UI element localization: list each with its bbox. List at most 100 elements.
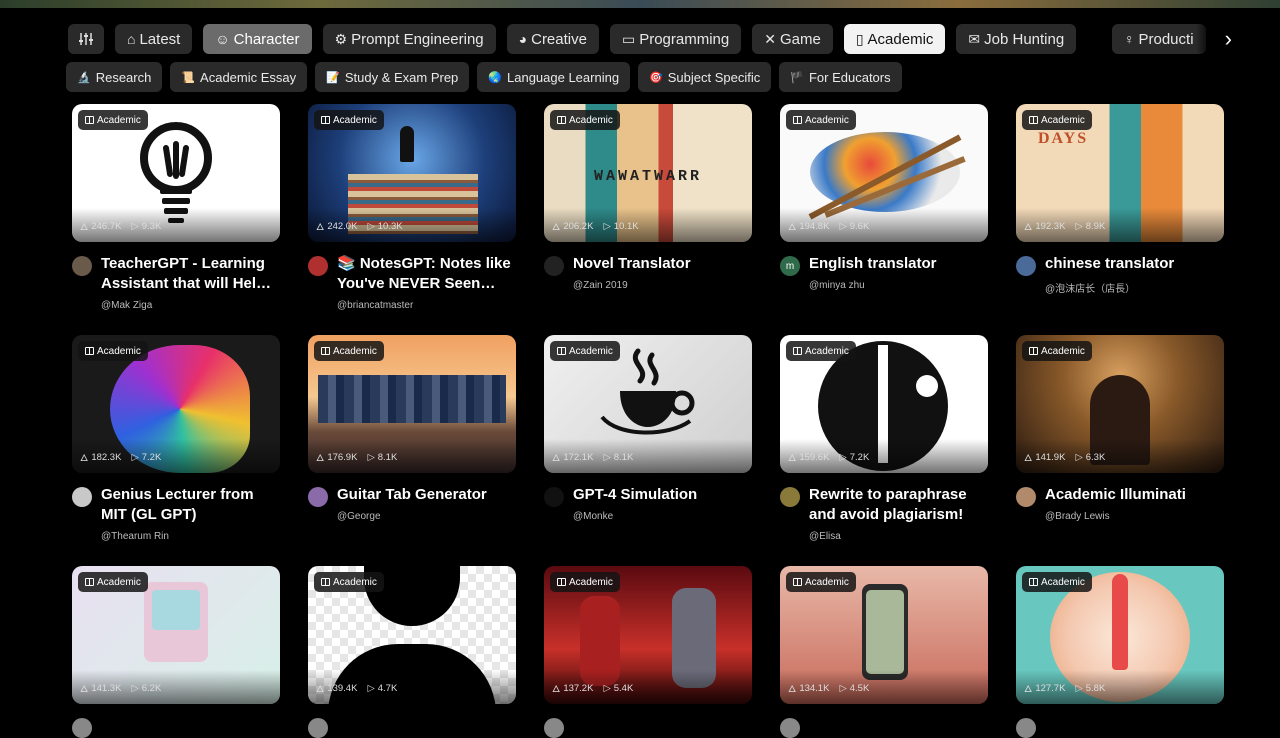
scroll-right-button[interactable]: › xyxy=(1196,24,1232,54)
bot-thumbnail[interactable]: Academic 🜂 182.3K ▷ 7.2K xyxy=(72,335,280,473)
card-title[interactable]: Genius Lecturer from MIT (GL GPT) xyxy=(101,485,280,525)
card-author[interactable]: @Brady Lewis xyxy=(1045,511,1224,522)
avatar[interactable] xyxy=(1016,487,1036,507)
chevron-right-icon: › xyxy=(1224,26,1232,51)
tab-latest[interactable]: ⌂ Latest xyxy=(115,24,193,54)
category-badge: Academic xyxy=(786,572,856,592)
subtab-study-exam-prep[interactable]: 📝 Study & Exam Prep xyxy=(315,62,470,92)
bot-thumbnail[interactable]: Academic 🜂 172.1K ▷ 8.1K xyxy=(544,335,752,473)
avatar[interactable] xyxy=(308,487,328,507)
avatar[interactable] xyxy=(544,487,564,507)
bot-card[interactable]: Academic 🜂 242.0K ▷ 10.3K 📚 NotesGPT: Note… xyxy=(308,104,516,311)
tab-character[interactable]: ☺ Character xyxy=(203,24,312,54)
tab-academic[interactable]: ▯ Academic xyxy=(843,24,946,54)
card-author[interactable]: @briancatmaster xyxy=(337,300,516,311)
tab-game[interactable]: ✕ Game xyxy=(752,24,833,54)
tab-job-hunting[interactable]: ✉ Job Hunting xyxy=(956,24,1077,54)
category-badge: Academic xyxy=(78,572,148,592)
avatar[interactable] xyxy=(780,487,800,507)
bot-card[interactable]: Academic 🜂 134.1K ▷ 4.5K xyxy=(780,566,988,738)
card-title[interactable]: TeacherGPT - Learning Assistant that wil… xyxy=(101,254,280,294)
plays-stat: ▷ 8.1K xyxy=(367,452,397,463)
avatar[interactable] xyxy=(1016,718,1036,738)
card-author[interactable]: @minya zhu xyxy=(809,280,988,291)
bot-card[interactable]: Academic 🜂 139.4K ▷ 4.7K xyxy=(308,566,516,738)
avatar[interactable] xyxy=(780,718,800,738)
avatar[interactable] xyxy=(72,256,92,276)
card-title[interactable]: 📚 NotesGPT: Notes like You've NEVER Seen… xyxy=(337,254,516,294)
bot-card[interactable]: Academic 🜂 246.7K ▷ 9.3K TeacherGPT - Lear… xyxy=(72,104,280,311)
bot-card[interactable]: Academic 🜂 176.9K ▷ 8.1K Guitar Tab Genera… xyxy=(308,335,516,522)
card-title[interactable]: GPT-4 Simulation xyxy=(573,485,752,505)
bot-thumbnail[interactable]: Academic 🜂 134.1K ▷ 4.5K xyxy=(780,566,988,704)
card-title[interactable]: chinese translator xyxy=(1045,254,1224,274)
tab-programming[interactable]: ▭ Programming xyxy=(609,24,742,54)
avatar[interactable] xyxy=(308,256,328,276)
subtab-emoji-icon: 🔬 xyxy=(77,71,91,84)
card-title[interactable]: Novel Translator xyxy=(573,254,752,274)
flame-icon: 🜂 xyxy=(1024,222,1033,233)
bot-card[interactable]: Academic 🜂 159.6K ▷ 7.2K Rewrite to paraph… xyxy=(780,335,988,542)
tab-creative[interactable]: ◕ Creative xyxy=(506,24,599,54)
category-badge: Academic xyxy=(78,341,148,361)
bot-card[interactable]: Academic 🜂 172.1K ▷ 8.1K GPT-4 Simulation … xyxy=(544,335,752,522)
avatar[interactable]: m xyxy=(780,256,800,276)
card-author[interactable]: @Thearum Rin xyxy=(101,531,280,542)
bot-thumbnail[interactable]: DAYS Academic 🜂 192.3K ▷ 8.9K xyxy=(1016,104,1224,242)
card-author[interactable]: @Monke xyxy=(573,511,752,522)
bot-thumbnail[interactable]: Academic 🜂 141.3K ▷ 6.2K xyxy=(72,566,280,704)
plays-count: 8.1K xyxy=(377,452,398,463)
card-title[interactable]: Academic Illuminati xyxy=(1045,485,1224,505)
subtab-subject-specific[interactable]: 🎯 Subject Specific xyxy=(638,62,772,92)
card-title[interactable]: Rewrite to paraphrase and avoid plagiari… xyxy=(809,485,988,525)
card-author[interactable]: @George xyxy=(337,511,516,522)
card-info xyxy=(544,716,752,738)
card-stats: 🜂 206.2K ▷ 10.1K xyxy=(552,217,639,236)
bot-card[interactable]: Academic 🜂 182.3K ▷ 7.2K Genius Lecturer f… xyxy=(72,335,280,542)
bot-card[interactable]: WAWATWARR Academic 🜂 206.2K ▷ 10.1K Novel … xyxy=(544,104,752,291)
bot-card[interactable]: Academic 🜂 194.8K ▷ 9.6K m English transla… xyxy=(780,104,988,291)
bot-card[interactable]: Academic 🜂 127.7K ▷ 5.8K xyxy=(1016,566,1224,738)
subtab-for-educators[interactable]: 🏴 For Educators xyxy=(779,62,902,92)
bot-card[interactable]: Academic 🜂 141.3K ▷ 6.2K xyxy=(72,566,280,738)
subtab-research[interactable]: 🔬 Research xyxy=(66,62,163,92)
badge-label: Academic xyxy=(1041,345,1085,357)
views-stat: 🜂 134.1K xyxy=(788,679,829,698)
avatar[interactable] xyxy=(1016,256,1036,276)
views-stat: 🜂 159.6K xyxy=(788,448,829,467)
play-icon: ▷ xyxy=(603,452,611,463)
bot-card[interactable]: Academic 🜂 141.9K ▷ 6.3K Academic Illumina… xyxy=(1016,335,1224,522)
card-stats: 🜂 182.3K ▷ 7.2K xyxy=(80,448,161,467)
card-author[interactable]: @Mak Ziga xyxy=(101,300,280,311)
card-author[interactable]: @泡沫店长（店長） xyxy=(1045,280,1224,295)
card-title[interactable]: Guitar Tab Generator xyxy=(337,485,516,505)
plays-stat: ▷ 8.9K xyxy=(1075,221,1105,232)
bot-thumbnail[interactable]: Academic 🜂 194.8K ▷ 9.6K xyxy=(780,104,988,242)
subtab-language-learning[interactable]: 🌏 Language Learning xyxy=(477,62,631,92)
card-author[interactable]: @Zain 2019 xyxy=(573,280,752,291)
bot-thumbnail[interactable]: Academic 🜂 139.4K ▷ 4.7K xyxy=(308,566,516,704)
avatar[interactable] xyxy=(544,256,564,276)
avatar[interactable] xyxy=(72,718,92,738)
bot-card[interactable]: Academic 🜂 137.2K ▷ 5.4K xyxy=(544,566,752,738)
avatar[interactable] xyxy=(308,718,328,738)
tab-prompt-engineering[interactable]: ⚙ Prompt Engineering xyxy=(322,24,496,54)
bot-thumbnail[interactable]: Academic 🜂 159.6K ▷ 7.2K xyxy=(780,335,988,473)
tab-producti[interactable]: ♀ Producti xyxy=(1112,24,1206,54)
category-badge: Academic xyxy=(1022,110,1092,130)
subtab-emoji-icon: 🎯 xyxy=(649,71,663,84)
bot-thumbnail[interactable]: Academic 🜂 246.7K ▷ 9.3K xyxy=(72,104,280,242)
subtab-academic-essay[interactable]: 📜 Academic Essay xyxy=(170,62,308,92)
avatar[interactable] xyxy=(72,487,92,507)
card-title[interactable]: English translator xyxy=(809,254,988,274)
bot-card[interactable]: DAYS Academic 🜂 192.3K ▷ 8.9K chinese tran… xyxy=(1016,104,1224,295)
bot-thumbnail[interactable]: Academic 🜂 127.7K ▷ 5.8K xyxy=(1016,566,1224,704)
bot-thumbnail[interactable]: Academic 🜂 141.9K ▷ 6.3K xyxy=(1016,335,1224,473)
bot-thumbnail[interactable]: Academic 🜂 137.2K ▷ 5.4K xyxy=(544,566,752,704)
bot-thumbnail[interactable]: WAWATWARR Academic 🜂 206.2K ▷ 10.1K xyxy=(544,104,752,242)
bot-thumbnail[interactable]: Academic 🜂 176.9K ▷ 8.1K xyxy=(308,335,516,473)
filter-button[interactable] xyxy=(68,24,104,54)
card-author[interactable]: @Elisa xyxy=(809,531,988,542)
bot-thumbnail[interactable]: Academic 🜂 242.0K ▷ 10.3K xyxy=(308,104,516,242)
avatar[interactable] xyxy=(544,718,564,738)
